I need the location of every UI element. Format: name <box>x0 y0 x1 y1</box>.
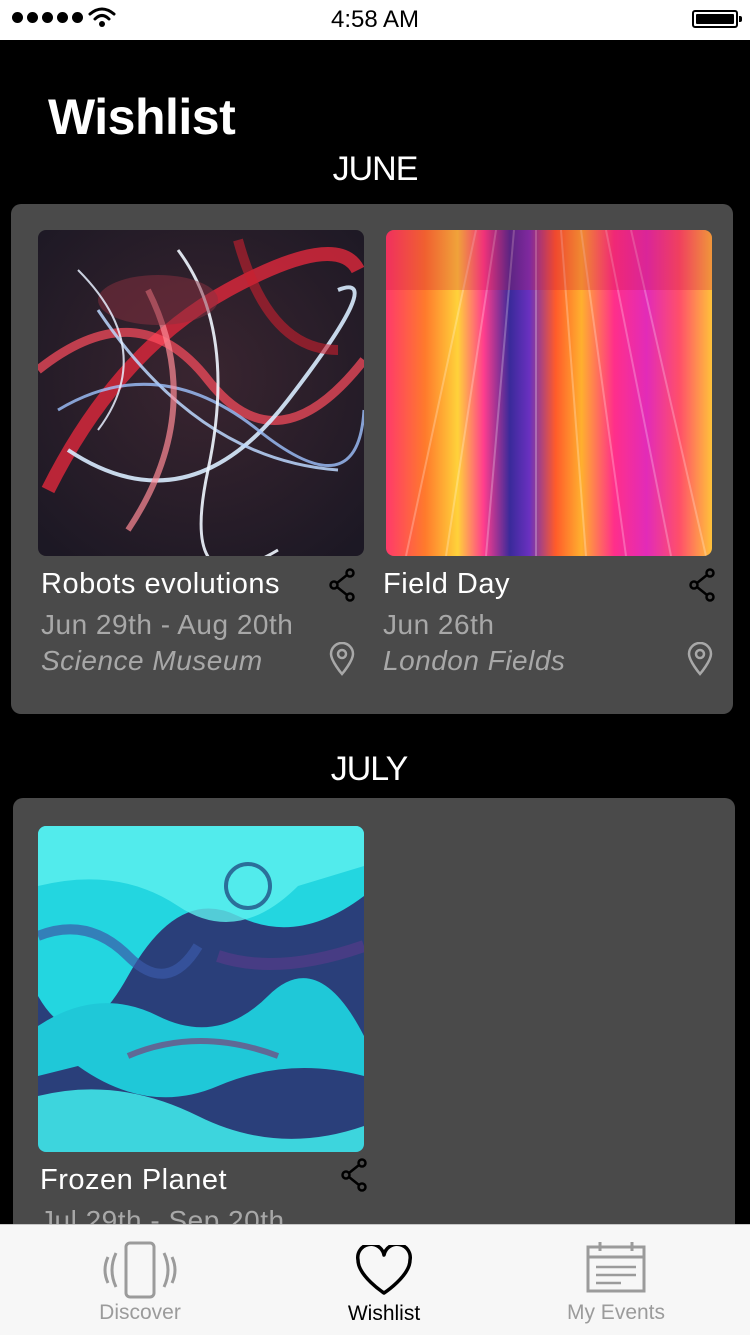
tab-discover[interactable]: Discover <box>15 1225 265 1335</box>
event-image-frozen-planet[interactable] <box>38 826 364 1152</box>
status-bar: 4:58 AM <box>0 0 750 40</box>
event-title[interactable]: Robots evolutions <box>41 568 280 601</box>
location-pin-icon[interactable] <box>327 641 357 676</box>
share-icon[interactable] <box>687 568 717 602</box>
share-icon[interactable] <box>327 568 357 602</box>
battery-icon <box>692 10 742 28</box>
event-venue: Science Museum <box>41 645 263 676</box>
location-pin-icon[interactable] <box>685 641 715 676</box>
event-image-robots[interactable] <box>38 230 364 556</box>
status-time: 4:58 AM <box>330 6 420 33</box>
event-title[interactable]: Field Day <box>383 568 510 601</box>
calendar-icon <box>585 1241 647 1298</box>
event-title[interactable]: Frozen Planet <box>40 1164 227 1197</box>
tab-my-events[interactable]: My Events <box>491 1225 741 1335</box>
tab-label: Discover <box>99 1301 181 1324</box>
month-header-june: JUNE <box>332 150 419 188</box>
share-icon[interactable] <box>339 1158 369 1192</box>
event-date: Jun 26th <box>383 609 495 640</box>
events-panel-june: Robots evolutions Jun 29th - Aug 20th Sc… <box>11 204 733 714</box>
tab-wishlist[interactable]: Wishlist <box>259 1225 509 1335</box>
event-venue: London Fields <box>383 645 566 676</box>
event-image-field-day[interactable] <box>386 230 712 556</box>
tab-label: My Events <box>566 1301 666 1324</box>
phone-vibrate-icon <box>90 1241 190 1304</box>
events-panel-july: Frozen Planet Jul 29th - Sep 20th <box>13 798 735 1238</box>
event-date: Jun 29th - Aug 20th <box>41 609 294 640</box>
tab-label: Wishlist <box>347 1302 421 1325</box>
month-header-july: JULY <box>330 750 409 788</box>
tab-bar: Discover Wishlist My Events <box>0 1224 750 1335</box>
page-title: Wishlist <box>48 89 236 145</box>
heart-icon <box>355 1242 413 1302</box>
